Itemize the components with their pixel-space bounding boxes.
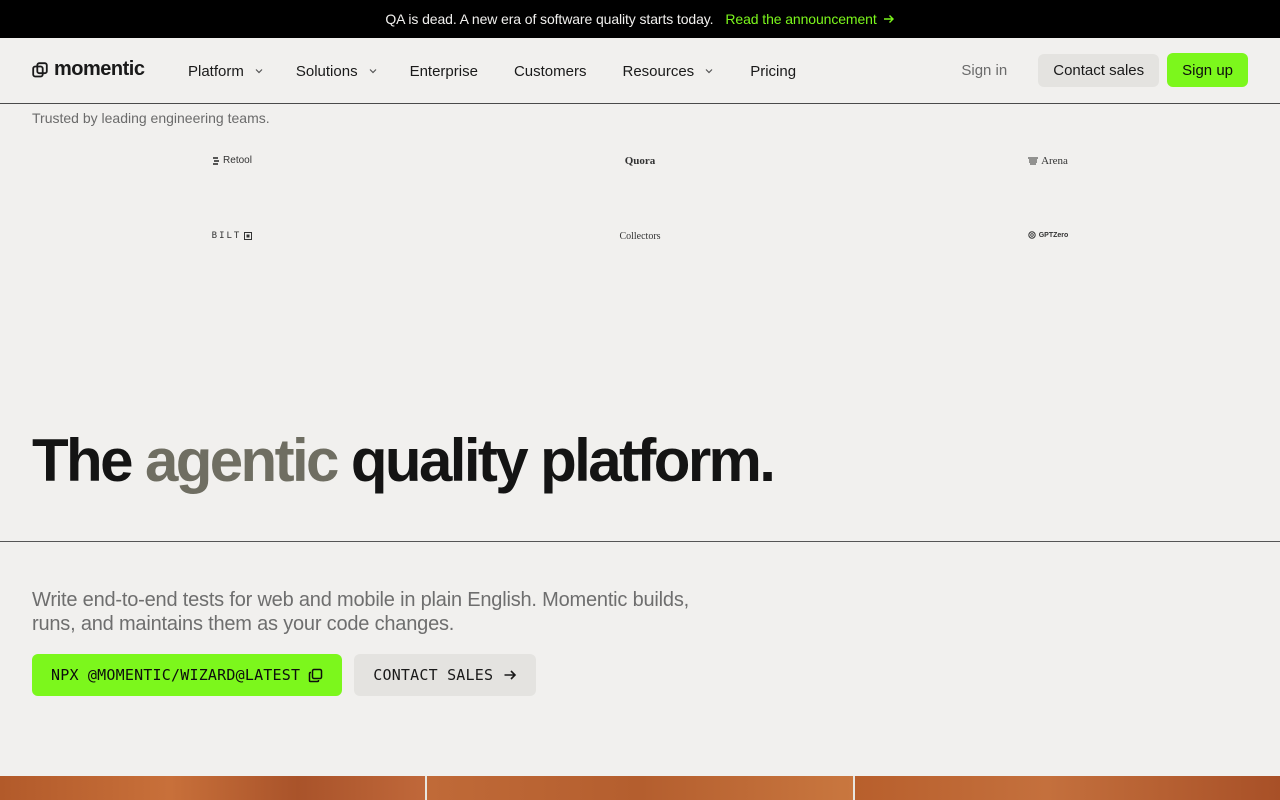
nav-enterprise-label: Enterprise <box>409 62 478 80</box>
hero-cta-row: NPX @MOMENTIC/WIZARD@LATEST CONTACT SALE… <box>32 654 537 696</box>
logo-gptzero-text: GPTZero <box>1038 231 1069 239</box>
nav-customers-label: Customers <box>513 62 587 80</box>
gptzero-icon <box>1028 231 1036 239</box>
nav-enterprise[interactable]: Enterprise <box>410 63 478 80</box>
bilt-mark-icon <box>244 232 253 240</box>
retool-icon <box>213 156 220 165</box>
main-menu: Platform Solutions Enterprise Customers … <box>188 38 796 104</box>
chevron-down-icon <box>705 69 713 74</box>
nav-pricing-label: Pricing <box>750 62 797 80</box>
install-command-label: NPX @MOMENTIC/WIZARD@LATEST <box>51 666 301 684</box>
hero-image-panel <box>425 776 853 800</box>
arrow-right-icon <box>504 670 517 680</box>
hero-contact-sales-label: CONTACT SALES <box>373 666 494 684</box>
nav-pricing[interactable]: Pricing <box>750 63 796 80</box>
hero-title-end: quality platform. <box>336 427 776 494</box>
nav-platform-label: Platform <box>188 62 244 80</box>
nav-solutions-label: Solutions <box>295 62 358 80</box>
customer-logo-retool: Retool <box>172 155 292 166</box>
hero-title-accent: agentic <box>144 427 339 494</box>
nav-resources[interactable]: Resources <box>622 63 714 80</box>
nav-customers[interactable]: Customers <box>514 63 587 80</box>
brand-name: momentic <box>54 58 145 80</box>
hero-contact-sales-button[interactable]: CONTACT SALES <box>354 654 537 696</box>
announcement-text: QA is dead. A new era of software qualit… <box>385 11 714 27</box>
logo-quora-text: Quora <box>624 155 656 167</box>
hero-title: The agentic quality platform. <box>32 426 776 496</box>
logo-bilt-text: BILT <box>211 231 242 241</box>
copy-icon <box>308 668 323 682</box>
hero-subtitle: Write end-to-end tests for web and mobil… <box>32 589 689 635</box>
nav-resources-label: Resources <box>622 62 695 80</box>
navbar: momentic Platform Solutions Enterprise C… <box>0 38 1280 104</box>
customer-logo-gptzero: GPTZero <box>988 231 1108 239</box>
copy-install-command-button[interactable]: NPX @MOMENTIC/WIZARD@LATEST <box>32 654 343 696</box>
chevron-down-icon <box>369 69 377 74</box>
hero-image-panel <box>0 776 426 800</box>
logo-retool-text: Retool <box>223 155 252 166</box>
arrow-right-icon <box>883 15 894 23</box>
hero-image-panel <box>852 776 1280 800</box>
nav-platform[interactable]: Platform <box>188 63 264 80</box>
section-divider <box>0 541 1280 542</box>
brand-logo[interactable]: momentic <box>32 58 145 81</box>
trusted-heading: Trusted by leading engineering teams. <box>32 110 270 126</box>
contact-sales-button[interactable]: Contact sales <box>1038 53 1160 87</box>
customer-logo-collectors: Collectors <box>580 231 700 242</box>
hero-title-start: The <box>32 427 145 494</box>
momentic-logo-icon <box>32 61 48 77</box>
sign-up-button[interactable]: Sign up <box>1167 53 1248 87</box>
hero-image-strip <box>0 776 1280 800</box>
customer-logo-arena: Arena <box>988 155 1108 167</box>
customer-logo-quora: Quora <box>580 155 700 167</box>
announcement-link-label: Read the announcement <box>725 11 877 27</box>
logo-collectors-text: Collectors <box>619 231 661 242</box>
nav-solutions[interactable]: Solutions <box>296 63 378 80</box>
arena-icon <box>1028 157 1039 164</box>
chevron-down-icon <box>255 69 263 74</box>
announcement-bar: QA is dead. A new era of software qualit… <box>0 0 1280 38</box>
sign-in-link[interactable]: Sign in <box>961 62 1030 79</box>
announcement-link[interactable]: Read the announcement <box>725 11 894 27</box>
customer-logo-bilt: BILT <box>172 231 292 241</box>
logo-arena-text: Arena <box>1041 155 1068 167</box>
nav-actions: Sign in Contact sales Sign up <box>961 53 1248 87</box>
